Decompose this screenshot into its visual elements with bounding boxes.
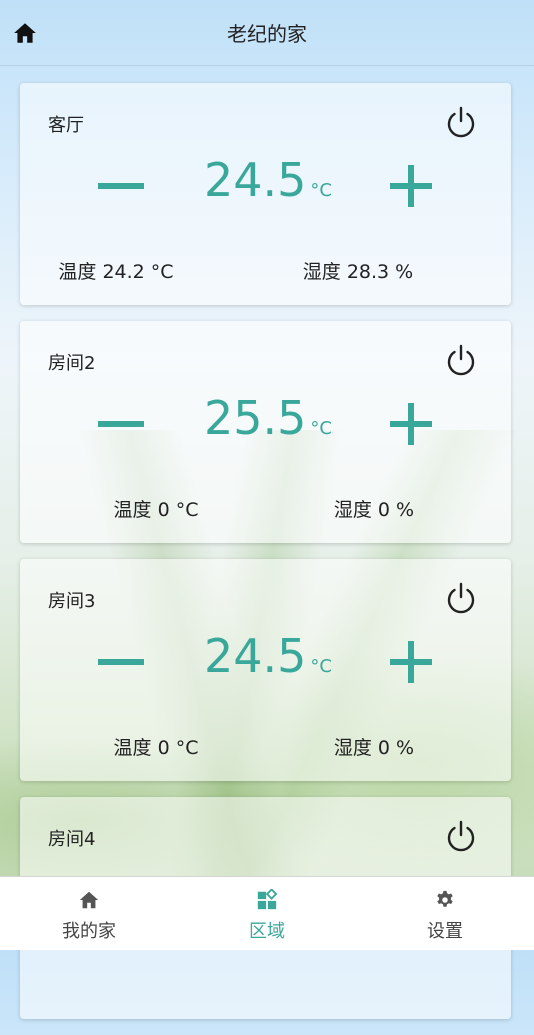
decrease-button[interactable]: [96, 399, 146, 449]
power-icon: [447, 344, 475, 376]
setpoint-unit: °C: [310, 418, 332, 439]
power-icon: [447, 820, 475, 852]
setpoint-value: 24.5: [204, 153, 307, 207]
humidity-text: 湿度 0 %: [333, 499, 415, 521]
tab-label: 区域: [249, 921, 285, 942]
tab-settings[interactable]: 设置: [356, 877, 534, 950]
minus-icon: [98, 421, 144, 427]
bottom-tab-bar: 我的家 区域 设置: [0, 876, 534, 950]
power-button[interactable]: [444, 343, 478, 377]
area-icon: [257, 889, 278, 910]
humidity-text: 湿度 0 %: [333, 737, 415, 759]
gear-icon: [437, 890, 453, 907]
decrease-button[interactable]: [96, 161, 146, 211]
room-name: 房间3: [48, 591, 96, 612]
decrease-button[interactable]: [96, 637, 146, 687]
setpoint-display: 24.5 °C: [204, 629, 332, 683]
power-button[interactable]: [444, 105, 478, 139]
room-card: 房间2 25.5 °C 温度 0 °C 湿度 0 %: [20, 321, 511, 543]
tab-area[interactable]: 区域: [178, 877, 356, 950]
setpoint-value: 24.5: [204, 629, 307, 683]
increase-button[interactable]: [386, 637, 436, 687]
increase-button[interactable]: [386, 161, 436, 211]
room-card: 客厅 24.5 °C 温度 24.2 °C 湿度 28.3 %: [20, 83, 511, 305]
plus-icon: [390, 641, 432, 683]
tab-my-home[interactable]: 我的家: [0, 877, 178, 950]
setpoint-display: 24.5 °C: [204, 153, 332, 207]
power-button[interactable]: [444, 819, 478, 853]
tab-label: 设置: [427, 921, 463, 942]
power-icon: [447, 582, 475, 614]
temperature-text: 温度 24.2 °C: [58, 261, 174, 283]
plus-icon: [390, 403, 432, 445]
page-title: 老纪的家: [227, 22, 307, 46]
room-name: 客厅: [48, 115, 84, 136]
temperature-text: 温度 0 °C: [113, 737, 199, 759]
power-icon: [447, 106, 475, 138]
power-button[interactable]: [444, 581, 478, 615]
minus-icon: [98, 183, 144, 189]
tab-label: 我的家: [62, 921, 116, 942]
top-bar: 老纪的家: [0, 0, 534, 66]
room-name: 房间4: [48, 829, 96, 850]
room-name: 房间2: [48, 353, 96, 374]
setpoint-display: 25.5 °C: [204, 391, 332, 445]
minus-icon: [98, 659, 144, 665]
temperature-text: 温度 0 °C: [113, 499, 199, 521]
room-card: 房间3 24.5 °C 温度 0 °C 湿度 0 %: [20, 559, 511, 781]
humidity-text: 湿度 28.3 %: [302, 261, 414, 283]
home-icon: [79, 891, 99, 909]
setpoint-unit: °C: [310, 656, 332, 677]
setpoint-unit: °C: [310, 180, 332, 201]
increase-button[interactable]: [386, 399, 436, 449]
plus-icon: [390, 165, 432, 207]
setpoint-value: 25.5: [204, 391, 307, 445]
